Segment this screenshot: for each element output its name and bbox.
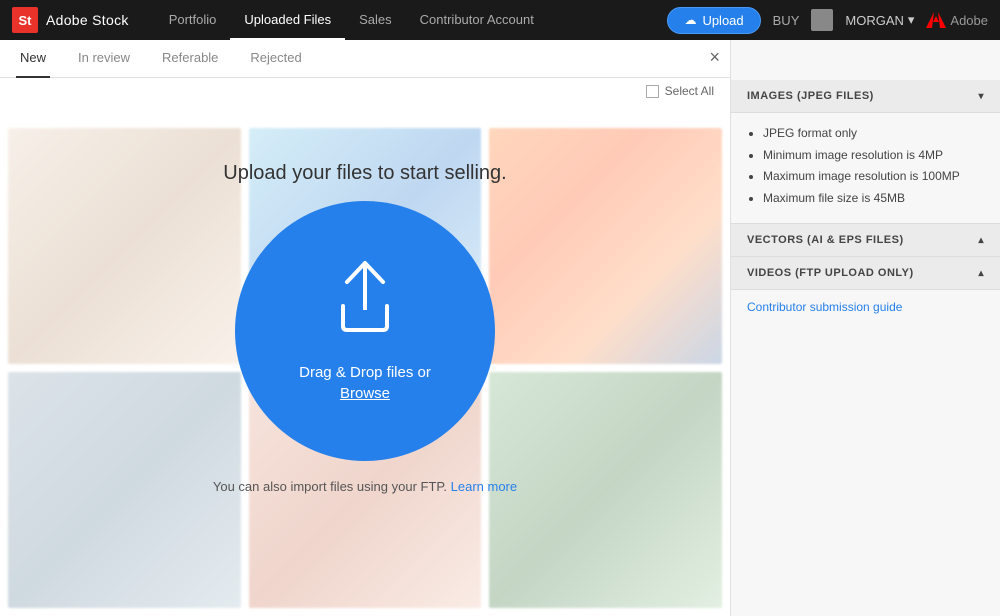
videos-section: VIDEOS (FTP UPLOAD ONLY) ▴	[731, 257, 1000, 290]
buy-link[interactable]: BUY	[773, 13, 800, 28]
vectors-section-header[interactable]: VECTORS (AI & EPS FILES) ▴	[731, 224, 1000, 257]
nav-item-uploaded-files[interactable]: Uploaded Files	[230, 0, 345, 40]
drop-circle[interactable]: Drag & Drop files or Browse	[235, 201, 495, 461]
upload-button[interactable]: ☁ Upload	[667, 7, 760, 34]
upload-button-label: Upload	[702, 13, 743, 28]
images-section-header[interactable]: IMAGES (JPEG FILES) ▾	[731, 80, 1000, 113]
videos-header-label: VIDEOS (FTP UPLOAD ONLY)	[747, 267, 914, 279]
nav-right: ☁ Upload BUY MORGAN ▾ Adobe	[667, 7, 988, 34]
drag-label: Drag & Drop files or	[299, 364, 431, 381]
logo: St Adobe Stock	[12, 7, 129, 33]
nav-item-contributor-account[interactable]: Contributor Account	[406, 0, 548, 40]
page-title: Upload your files to start selling.	[223, 162, 506, 185]
main-area: New In review Referable Rejected Select …	[0, 40, 1000, 616]
upload-zone-wrapper: Upload your files to start selling. Drag…	[0, 40, 730, 616]
videos-chevron-icon: ▴	[978, 268, 984, 279]
list-item: Minimum image resolution is 4MP	[763, 145, 984, 167]
user-avatar	[811, 9, 833, 31]
contributor-guide-link[interactable]: Contributor submission guide	[731, 290, 1000, 324]
right-panel: IMAGES (JPEG FILES) ▾ JPEG format only M…	[730, 40, 1000, 616]
close-button[interactable]: ×	[709, 48, 720, 66]
list-item: JPEG format only	[763, 123, 984, 145]
ftp-text: You can also import files using your FTP…	[213, 479, 447, 494]
learn-more-link[interactable]: Learn more	[451, 479, 517, 494]
nav-item-portfolio[interactable]: Portfolio	[155, 0, 231, 40]
adobe-label: Adobe	[950, 13, 988, 28]
images-section: IMAGES (JPEG FILES) ▾ JPEG format only M…	[731, 80, 1000, 224]
nav-items: Portfolio Uploaded Files Sales Contribut…	[155, 0, 548, 40]
logo-badge: St	[12, 7, 38, 33]
user-name-label: MORGAN	[845, 13, 904, 28]
vectors-section: VECTORS (AI & EPS FILES) ▴	[731, 224, 1000, 257]
user-menu[interactable]: MORGAN ▾	[845, 12, 914, 28]
list-item: Maximum file size is 45MB	[763, 188, 984, 210]
images-chevron-icon: ▾	[978, 91, 984, 102]
logo-text: Adobe Stock	[46, 12, 129, 28]
chevron-down-icon: ▾	[908, 12, 915, 28]
adobe-logo: Adobe	[926, 10, 988, 30]
list-item: Maximum image resolution is 100MP	[763, 166, 984, 188]
top-navigation: St Adobe Stock Portfolio Uploaded Files …	[0, 0, 1000, 40]
ftp-note: You can also import files using your FTP…	[213, 479, 517, 494]
drag-drop-text: Drag & Drop files or Browse	[299, 362, 431, 404]
upload-icon	[325, 258, 405, 348]
upload-icon: ☁	[684, 13, 696, 27]
adobe-icon	[926, 10, 946, 30]
vectors-chevron-icon: ▴	[978, 235, 984, 246]
images-section-body: JPEG format only Minimum image resolutio…	[731, 113, 1000, 224]
videos-section-header[interactable]: VIDEOS (FTP UPLOAD ONLY) ▴	[731, 257, 1000, 290]
images-header-label: IMAGES (JPEG FILES)	[747, 90, 874, 102]
left-panel: New In review Referable Rejected Select …	[0, 40, 730, 616]
browse-link[interactable]: Browse	[340, 385, 390, 402]
vectors-header-label: VECTORS (AI & EPS FILES)	[747, 234, 904, 246]
nav-item-sales[interactable]: Sales	[345, 0, 406, 40]
